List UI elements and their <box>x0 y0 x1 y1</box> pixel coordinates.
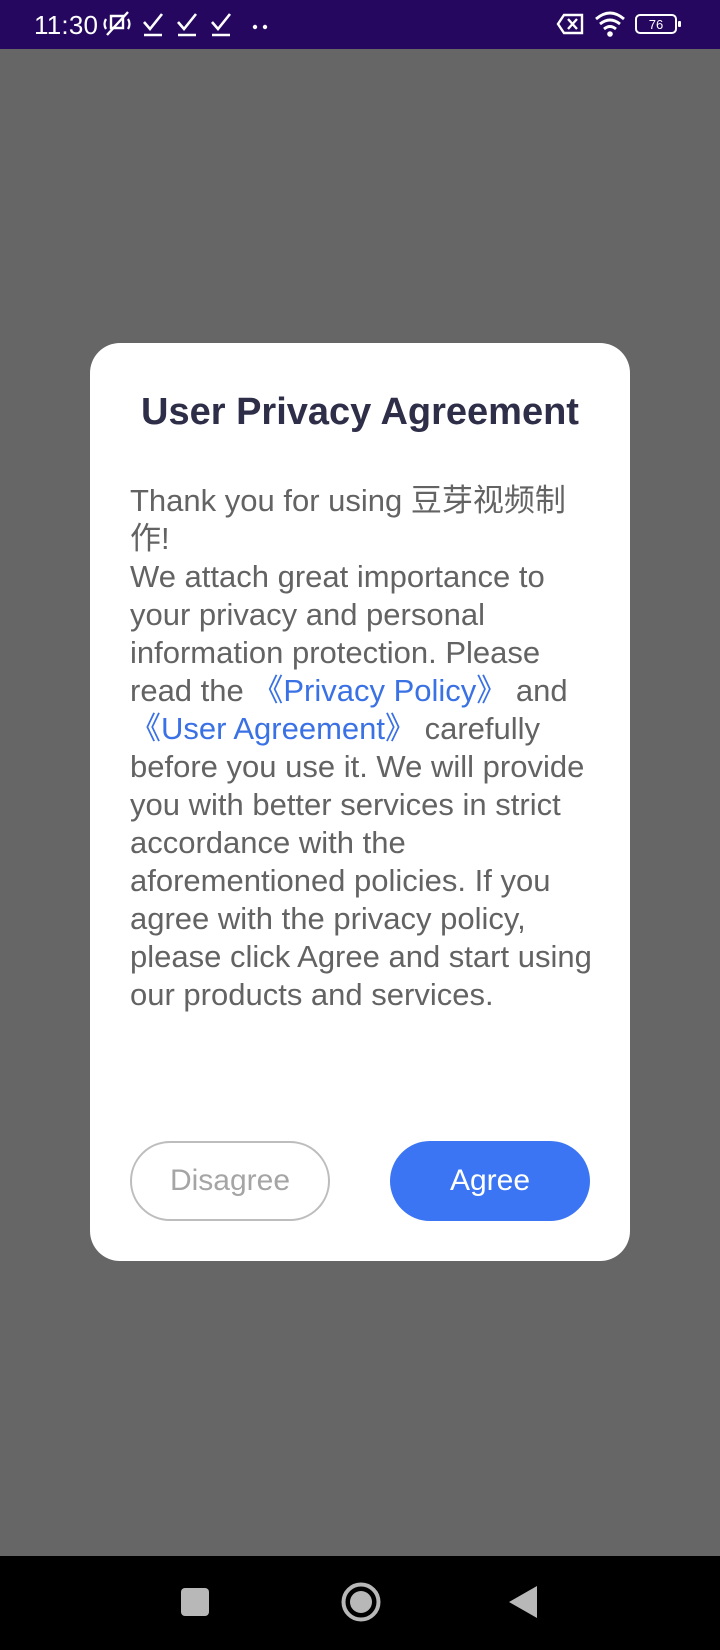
agree-button[interactable]: Agree <box>390 1141 590 1221</box>
user-agreement-link[interactable]: 《User Agreement》 <box>130 711 416 746</box>
recents-icon[interactable] <box>180 1587 210 1617</box>
dialog-title: User Privacy Agreement <box>141 391 579 433</box>
battery-level: 76 <box>649 17 663 32</box>
status-bar: 11:30 76 <box>0 0 720 49</box>
check-icon <box>176 10 198 38</box>
status-time: 11:30 <box>34 10 99 40</box>
privacy-policy-link[interactable]: 《Privacy Policy》 <box>252 673 507 708</box>
mute-icon <box>102 10 132 38</box>
battery-icon: 76 <box>634 10 682 38</box>
body-text-and: and <box>507 673 568 708</box>
body-text-end: carefully before you use it. We will pro… <box>130 711 592 1012</box>
dialog-body-text: Thank you for using 豆芽视频制作! We attach gr… <box>130 482 600 1014</box>
disagree-button[interactable]: Disagree <box>130 1141 330 1221</box>
wifi-icon <box>594 10 626 38</box>
check-icon <box>142 10 164 38</box>
more-icon <box>250 10 272 38</box>
navigation-bar <box>0 1556 720 1650</box>
back-icon[interactable] <box>507 1584 541 1620</box>
check-icon <box>210 10 232 38</box>
home-icon[interactable] <box>340 1581 382 1623</box>
no-sim-icon <box>556 10 586 38</box>
welcome-line: Thank you for using 豆芽视频制作! <box>130 483 566 556</box>
